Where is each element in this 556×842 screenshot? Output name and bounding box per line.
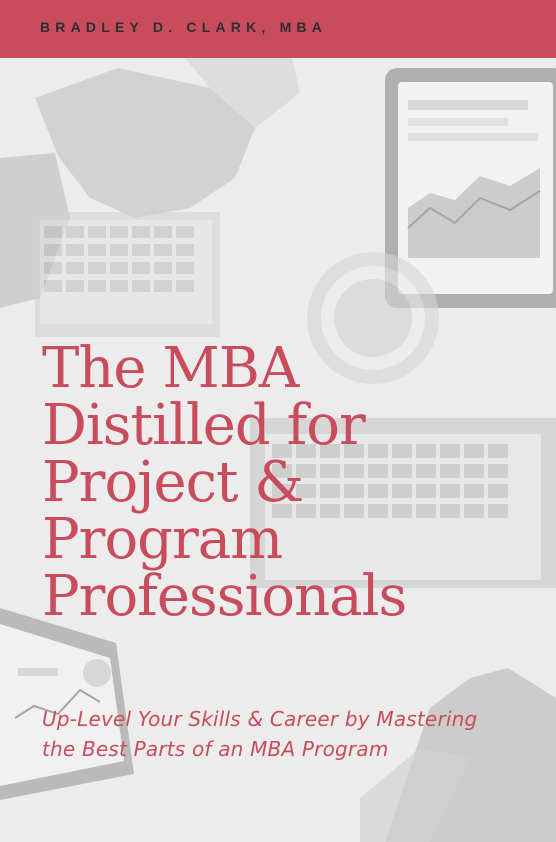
book-subtitle: Up-Level Your Skills & Career by Masteri… — [42, 704, 552, 764]
author-banner: BRADLEY D. CLARK, MBA — [0, 0, 556, 58]
subtitle-line: the Best Parts of an MBA Program — [42, 737, 389, 761]
subtitle-line: Up-Level Your Skills & Career by Masteri… — [42, 707, 478, 731]
book-cover: BRADLEY D. CLARK, MBA The MBA Distilled … — [0, 0, 556, 842]
title-line: Distilled for — [42, 393, 366, 458]
book-title: The MBA Distilled for Project & Program … — [42, 340, 542, 625]
author-name: BRADLEY D. CLARK, MBA — [40, 19, 328, 35]
title-line: Professionals — [42, 564, 407, 629]
title-line: Program — [42, 507, 283, 572]
title-line: The MBA — [42, 336, 299, 401]
title-line: Project & — [42, 450, 304, 515]
